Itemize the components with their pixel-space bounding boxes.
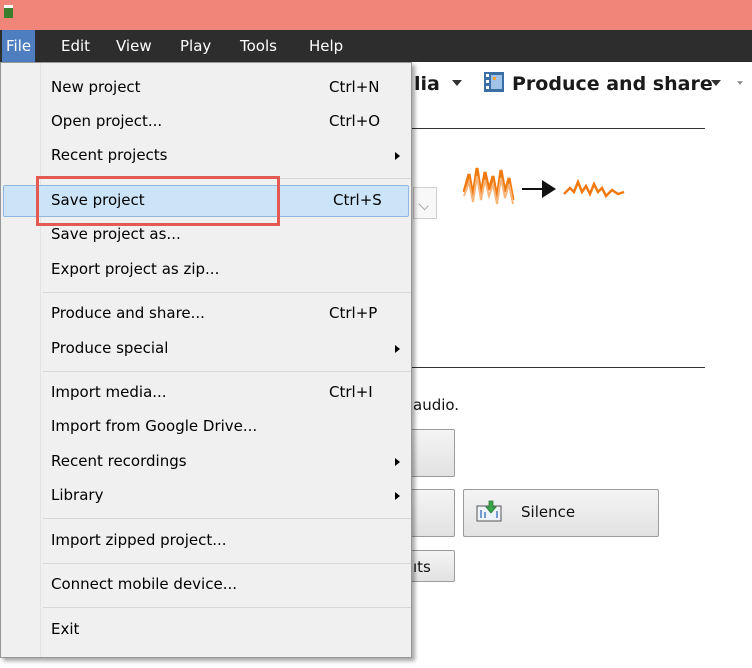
menu-item-export-zip[interactable]: Export project as zip... (3, 254, 409, 286)
add-clip-button[interactable] (407, 489, 455, 537)
menu-item-label: Exit (51, 620, 80, 638)
menu-item-import-google-drive[interactable]: Import from Google Drive... (3, 411, 409, 443)
menu-item-label: Recent recordings (51, 452, 187, 470)
menu-edit[interactable]: Edit (57, 30, 94, 62)
menu-item-open-project[interactable]: Open project... Ctrl+O (3, 106, 409, 138)
menu-item-label: Import media... (51, 383, 167, 401)
record-button[interactable] (407, 429, 455, 477)
menu-item-import-zipped-project[interactable]: Import zipped project... (3, 525, 409, 557)
menu-item-exit[interactable]: Exit (3, 614, 409, 646)
film-icon (484, 72, 504, 92)
menu-item-new-project[interactable]: New project Ctrl+N (3, 72, 409, 104)
menu-help[interactable]: Help (305, 30, 347, 62)
overflow-chevron-icon[interactable] (737, 81, 743, 85)
menu-item-label: Produce special (51, 339, 169, 357)
menu-item-label: Save project as... (51, 225, 181, 243)
section-divider (410, 367, 705, 368)
menu-item-label: Connect mobile device... (51, 575, 238, 593)
menu-item-connect-mobile[interactable]: Connect mobile device... (3, 569, 409, 601)
menu-item-label: Library (51, 486, 104, 504)
menu-play[interactable]: Play (176, 30, 215, 62)
menu-item-shortcut: Ctrl+P (329, 304, 378, 322)
silence-icon (476, 500, 502, 522)
file-menu-dropdown: New project Ctrl+N Open project... Ctrl+… (0, 62, 412, 658)
instruction-text: audio. (413, 396, 460, 414)
add-media-button[interactable]: lia (414, 73, 440, 95)
menu-separator (43, 607, 411, 608)
chevron-down-icon[interactable] (711, 80, 721, 86)
submenu-arrow-icon (395, 458, 400, 466)
submenu-arrow-icon (395, 152, 400, 160)
menu-separator (43, 518, 411, 519)
annotation-highlight-box (36, 176, 280, 226)
menu-separator (43, 371, 411, 372)
menu-item-recent-recordings[interactable]: Recent recordings (3, 446, 409, 478)
menu-item-label: Export project as zip... (51, 260, 220, 278)
produce-and-share-button[interactable]: Produce and share (512, 73, 713, 95)
menu-item-import-media[interactable]: Import media... Ctrl+I (3, 377, 409, 409)
effects-button-label: ıts (413, 558, 431, 576)
menu-tools[interactable]: Tools (236, 30, 281, 62)
silence-label: Silence (521, 503, 576, 521)
submenu-arrow-icon (395, 345, 400, 353)
menu-item-recent-projects[interactable]: Recent projects (3, 140, 409, 172)
menu-item-label: Recent projects (51, 146, 168, 164)
menu-item-shortcut: Ctrl+N (329, 78, 380, 96)
silence-button[interactable]: Silence (463, 489, 659, 537)
menu-item-label: Produce and share... (51, 304, 205, 322)
menu-view[interactable]: View (112, 30, 156, 62)
waveform-compress-icon (462, 167, 625, 205)
menu-bar: File Edit View Play Tools Help (0, 30, 752, 62)
menu-item-label: Import from Google Drive... (51, 417, 258, 435)
menu-item-shortcut: Ctrl+I (329, 383, 373, 401)
menu-separator (43, 563, 411, 564)
menu-item-label: New project (51, 78, 141, 96)
app-icon (4, 5, 13, 18)
chevron-down-icon[interactable] (452, 80, 462, 86)
menu-item-shortcut: Ctrl+S (333, 191, 382, 209)
submenu-arrow-icon (395, 492, 400, 500)
menu-item-shortcut: Ctrl+O (329, 112, 381, 130)
menu-item-produce-and-share[interactable]: Produce and share... Ctrl+P (3, 298, 409, 330)
menu-separator (43, 292, 411, 293)
section-divider (410, 128, 705, 129)
menu-file[interactable]: File (2, 30, 36, 62)
menu-item-library[interactable]: Library (3, 480, 409, 512)
title-bar (0, 0, 752, 30)
menu-item-produce-special[interactable]: Produce special (3, 333, 409, 365)
menu-item-label: Import zipped project... (51, 531, 227, 549)
menu-item-label: Open project... (51, 112, 163, 130)
